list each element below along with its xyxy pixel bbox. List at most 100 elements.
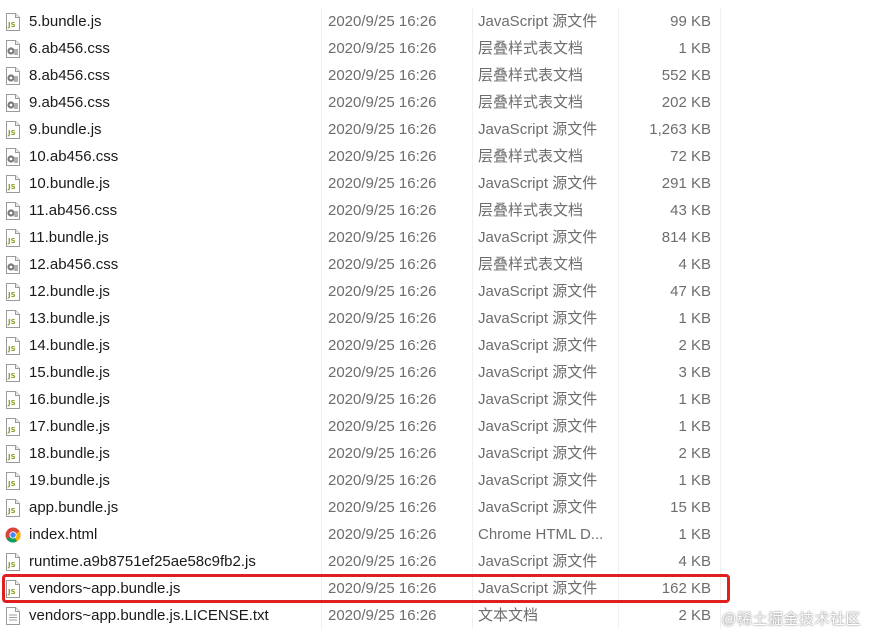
file-name: 15.bundle.js: [29, 364, 110, 381]
file-modified-date: 2020/9/25 16:26: [328, 40, 437, 57]
file-row[interactable]: 6.ab456.css 2020/9/25 16:26 层叠样式表文档 1 KB: [0, 35, 877, 62]
file-name: 6.ab456.css: [29, 40, 110, 57]
file-name: 17.bundle.js: [29, 418, 110, 435]
file-size: 47 KB: [670, 283, 711, 300]
file-row[interactable]: JS runtime.a9b8751ef25ae58c9fb2.js 2020/9/…: [0, 548, 877, 575]
file-name: 18.bundle.js: [29, 445, 110, 462]
js-file-icon: JS: [5, 418, 21, 436]
file-row-highlighted[interactable]: JS vendors~app.bundle.js 2020/9/25 16:26 Ja…: [2, 574, 730, 603]
file-modified-date: 2020/9/25 16:26: [328, 148, 437, 165]
svg-text:JS: JS: [7, 345, 16, 353]
svg-text:JS: JS: [7, 399, 16, 407]
file-modified-date: 2020/9/25 16:26: [328, 445, 437, 462]
file-size: 72 KB: [670, 148, 711, 165]
file-icon-cell: JS: [5, 278, 23, 305]
file-row[interactable]: JS 10.bundle.js 2020/9/25 16:26 JavaScript …: [0, 170, 877, 197]
file-type: JavaScript 源文件: [478, 391, 598, 408]
file-name: 11.bundle.js: [29, 229, 109, 246]
file-icon-cell: [5, 143, 23, 170]
file-name: 10.bundle.js: [29, 175, 110, 192]
file-row[interactable]: JS 9.bundle.js 2020/9/25 16:26 JavaScript 源…: [0, 116, 877, 143]
file-name: 9.ab456.css: [29, 94, 110, 111]
svg-text:JS: JS: [7, 588, 16, 596]
file-size: 2 KB: [678, 445, 711, 462]
css-file-icon: [5, 148, 21, 166]
file-type: 文本文档: [478, 607, 539, 624]
file-size: 1 KB: [678, 40, 711, 57]
file-type: JavaScript 源文件: [478, 418, 598, 435]
file-type: 层叠样式表文档: [478, 94, 584, 111]
file-type: JavaScript 源文件: [478, 283, 598, 300]
file-row[interactable]: JS 5.bundle.js 2020/9/25 16:26 JavaScript 源…: [0, 8, 877, 35]
file-type: 层叠样式表文档: [478, 148, 584, 165]
js-file-icon: JS: [5, 472, 21, 490]
file-row[interactable]: JS 11.bundle.js 2020/9/25 16:26 JavaScript …: [0, 224, 877, 251]
file-icon-cell: JS: [5, 359, 23, 386]
file-modified-date: 2020/9/25 16:26: [328, 607, 437, 624]
file-icon-cell: [5, 35, 23, 62]
svg-text:JS: JS: [7, 453, 16, 461]
file-modified-date: 2020/9/25 16:26: [328, 13, 437, 30]
js-file-icon: JS: [5, 499, 21, 517]
file-row[interactable]: 10.ab456.css 2020/9/25 16:26 层叠样式表文档 72 KB: [0, 143, 877, 170]
file-row[interactable]: JS 12.bundle.js 2020/9/25 16:26 JavaScript …: [0, 278, 877, 305]
file-name: 12.ab456.css: [29, 256, 119, 273]
js-file-icon: JS: [5, 445, 21, 463]
file-row[interactable]: index.html 2020/9/25 16:26 Chrome HTML D..…: [0, 521, 877, 548]
file-row[interactable]: JS 15.bundle.js 2020/9/25 16:26 JavaScript …: [0, 359, 877, 386]
file-size: 1 KB: [678, 472, 711, 489]
file-row[interactable]: 11.ab456.css 2020/9/25 16:26 层叠样式表文档 43 KB: [0, 197, 877, 224]
file-row[interactable]: JS 17.bundle.js 2020/9/25 16:26 JavaScript …: [0, 413, 877, 440]
file-size: 1 KB: [678, 391, 711, 408]
file-row[interactable]: JS 14.bundle.js 2020/9/25 16:26 JavaScript …: [0, 332, 877, 359]
file-icon-cell: [5, 521, 23, 548]
file-row[interactable]: JS 16.bundle.js 2020/9/25 16:26 JavaScript …: [0, 386, 877, 413]
file-modified-date: 2020/9/25 16:26: [328, 283, 437, 300]
file-size: 43 KB: [670, 202, 711, 219]
js-file-icon: JS: [5, 175, 21, 193]
file-name: 12.bundle.js: [29, 283, 110, 300]
file-icon-cell: [5, 62, 23, 89]
text-file-icon: [5, 607, 21, 625]
file-row[interactable]: JS 18.bundle.js 2020/9/25 16:26 JavaScript …: [0, 440, 877, 467]
js-file-icon: JS: [5, 337, 21, 355]
file-type: JavaScript 源文件: [478, 364, 598, 381]
file-size: 4 KB: [678, 256, 711, 273]
file-modified-date: 2020/9/25 16:26: [328, 526, 437, 543]
file-size: 552 KB: [661, 67, 711, 84]
file-type: JavaScript 源文件: [478, 472, 598, 489]
file-modified-date: 2020/9/25 16:26: [328, 256, 437, 273]
file-icon-cell: [5, 602, 23, 629]
file-row[interactable]: JS 13.bundle.js 2020/9/25 16:26 JavaScript …: [0, 305, 877, 332]
file-modified-date: 2020/9/25 16:26: [328, 418, 437, 435]
file-row[interactable]: 12.ab456.css 2020/9/25 16:26 层叠样式表文档 4 KB: [0, 251, 877, 278]
file-row[interactable]: JS 19.bundle.js 2020/9/25 16:26 JavaScript …: [0, 467, 877, 494]
js-file-icon: JS: [5, 580, 21, 598]
js-file-icon: JS: [5, 121, 21, 139]
file-icon-cell: JS: [5, 8, 23, 35]
file-name: 16.bundle.js: [29, 391, 110, 408]
js-file-icon: JS: [5, 391, 21, 409]
svg-text:JS: JS: [7, 426, 16, 434]
svg-text:JS: JS: [7, 291, 16, 299]
file-size: 1 KB: [678, 418, 711, 435]
file-row[interactable]: JS app.bundle.js 2020/9/25 16:26 JavaScript…: [0, 494, 877, 521]
file-type: JavaScript 源文件: [478, 445, 598, 462]
file-size: 202 KB: [661, 94, 711, 111]
file-row[interactable]: 9.ab456.css 2020/9/25 16:26 层叠样式表文档 202 KB: [0, 89, 877, 116]
file-modified-date: 2020/9/25 16:26: [328, 229, 437, 246]
file-icon-cell: JS: [5, 440, 23, 467]
file-icon-cell: JS: [5, 548, 23, 575]
svg-text:JS: JS: [7, 480, 16, 488]
file-icon-cell: JS: [5, 224, 23, 251]
file-icon-cell: JS: [5, 386, 23, 413]
file-size: 291 KB: [661, 175, 711, 192]
file-size: 1 KB: [678, 310, 711, 327]
file-row[interactable]: 8.ab456.css 2020/9/25 16:26 层叠样式表文档 552 KB: [0, 62, 877, 89]
file-type: 层叠样式表文档: [478, 256, 584, 273]
file-modified-date: 2020/9/25 16:26: [328, 337, 437, 354]
file-name: 9.bundle.js: [29, 121, 102, 138]
file-modified-date: 2020/9/25 16:26: [328, 553, 437, 570]
file-name: 5.bundle.js: [29, 13, 102, 30]
file-modified-date: 2020/9/25 16:26: [328, 121, 437, 138]
